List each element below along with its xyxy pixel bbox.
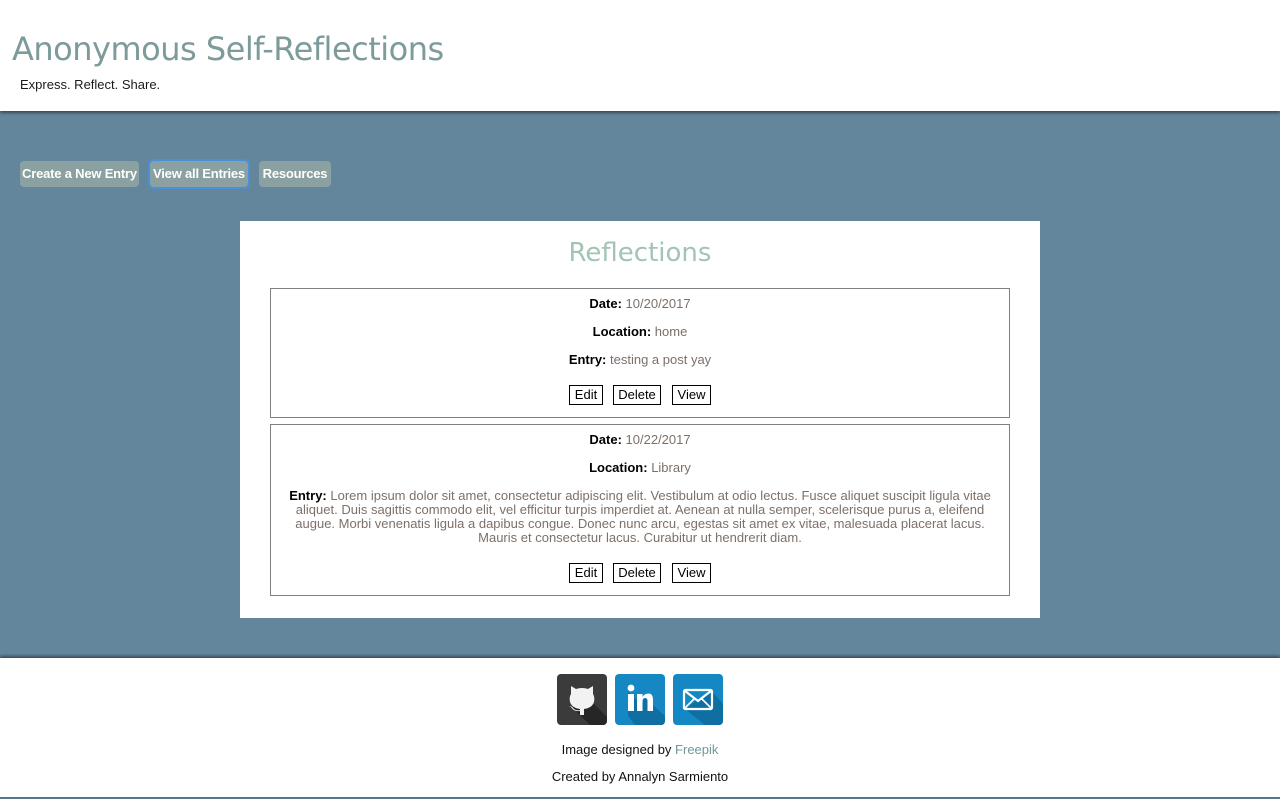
entry-card: Date: 10/20/2017 Location: home Entry: t… [270,288,1010,418]
reflections-panel: Reflections Date: 10/20/2017 Location: h… [240,221,1040,618]
entry-label: Entry: [289,488,327,503]
site-tagline: Express. Reflect. Share. [20,77,161,92]
view-button[interactable]: View [672,563,711,583]
image-credit-text: Image designed by [561,742,676,757]
panel-title: Reflections [568,238,712,268]
image-credit: Image designed by Freepik [0,742,1280,757]
edit-button[interactable]: Edit [569,563,603,583]
view-all-entries-button[interactable]: View all Entries [150,161,248,187]
resources-button[interactable]: Resources [259,161,331,187]
email-icon [673,674,723,725]
create-entry-button[interactable]: Create a New Entry [20,161,139,187]
freepik-link[interactable]: Freepik [675,742,718,757]
entry-value: Lorem ipsum dolor sit amet, consectetur … [295,488,991,545]
date-value: 10/22/2017 [625,432,691,447]
site-header: Anonymous Self-Reflections Express. Refl… [0,0,1280,111]
entry-label: Entry: [568,352,607,367]
entry-actions: Edit Delete View [271,385,1009,405]
site-footer: Image designed by Freepik Created by Ann… [0,658,1280,799]
date-value: 10/20/2017 [625,296,691,311]
site-title: Anonymous Self-Reflections [12,30,444,68]
location-label: Location: [592,324,652,339]
entry-text: Entry: Lorem ipsum dolor sit amet, conse… [280,489,1000,545]
linkedin-icon [615,674,665,725]
github-link[interactable] [557,674,607,725]
github-icon [557,674,607,725]
view-button[interactable]: View [672,385,711,405]
edit-button[interactable]: Edit [569,385,603,405]
email-link[interactable] [673,674,723,725]
entry-actions: Edit Delete View [271,563,1009,583]
entry-location: Location: home [271,325,1009,339]
entry-text: Entry: testing a post yay [271,353,1009,367]
date-label: Date: [589,432,622,447]
delete-button[interactable]: Delete [613,385,661,405]
entry-value: testing a post yay [610,352,712,367]
entry-card: Date: 10/22/2017 Location: Library Entry… [270,424,1010,596]
created-by: Created by Annalyn Sarmiento [551,769,729,784]
entry-location: Location: Library [271,461,1009,475]
date-label: Date: [589,296,622,311]
location-value: Library [651,460,691,475]
entry-date: Date: 10/22/2017 [271,433,1009,447]
location-label: Location: [589,460,648,475]
entry-date: Date: 10/20/2017 [271,297,1009,311]
delete-button[interactable]: Delete [613,563,661,583]
linkedin-link[interactable] [615,674,665,725]
location-value: home [654,324,688,339]
